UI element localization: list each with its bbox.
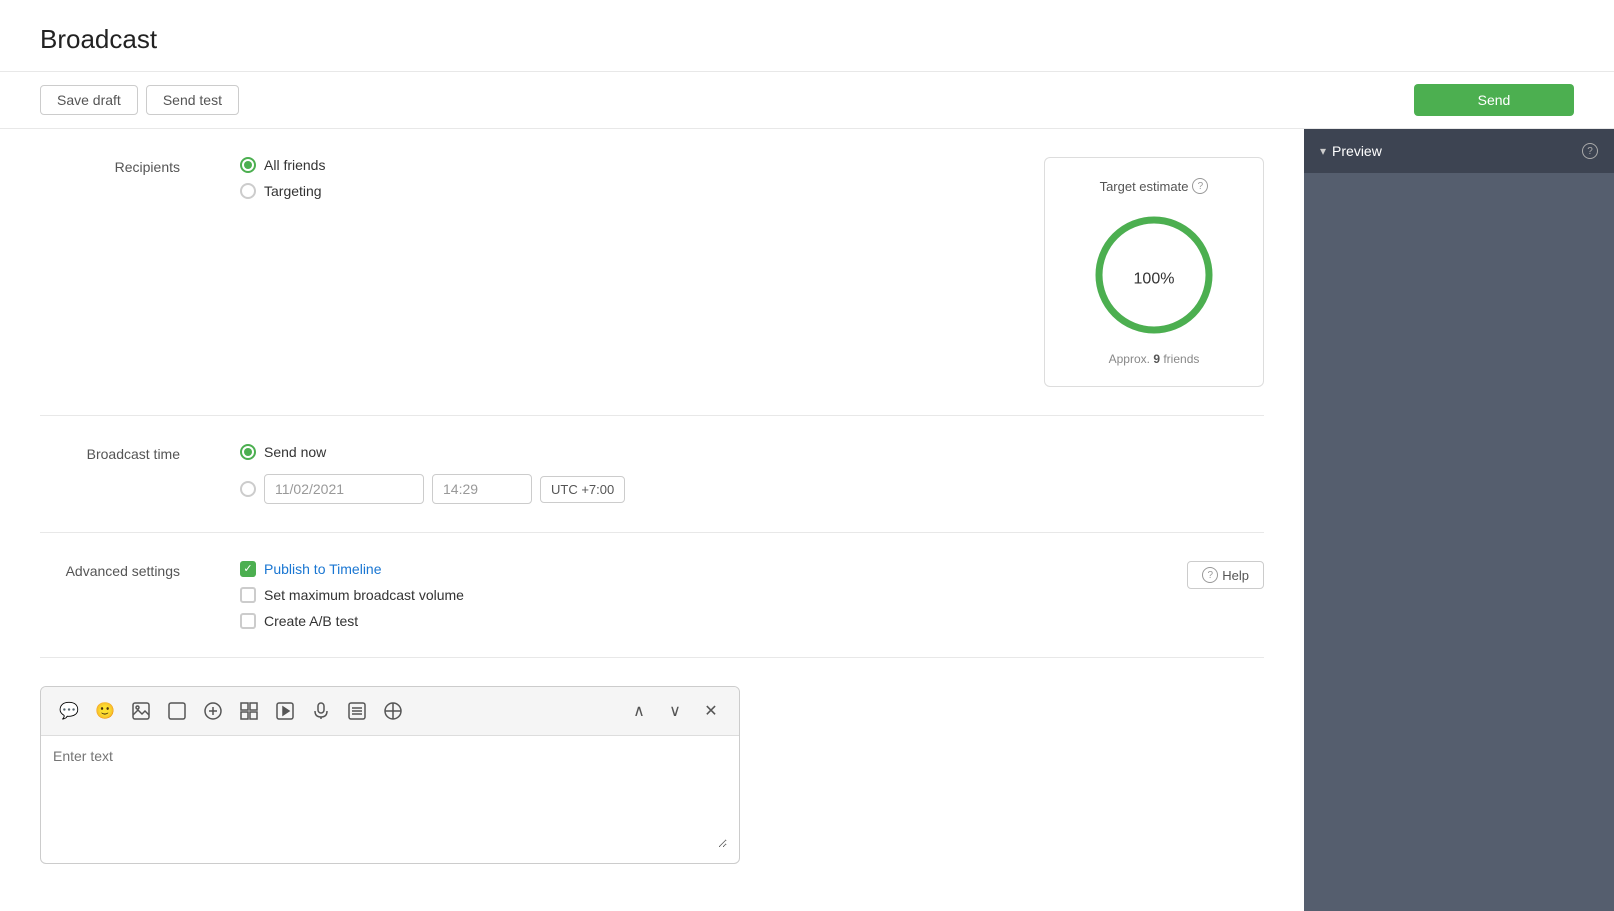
- square-icon[interactable]: [161, 695, 193, 727]
- message-icon[interactable]: 💬: [53, 695, 85, 727]
- max-volume-checkbox[interactable]: [240, 587, 256, 603]
- publish-timeline-option[interactable]: Publish to Timeline: [240, 561, 1127, 577]
- circle-progress: 100%: [1089, 210, 1219, 340]
- play-icon[interactable]: [269, 695, 301, 727]
- max-volume-label: Set maximum broadcast volume: [264, 587, 464, 603]
- preview-title: ▾ Preview: [1320, 143, 1382, 159]
- editor-content[interactable]: [41, 736, 739, 863]
- target-estimate-title: Target estimate ?: [1065, 178, 1243, 194]
- main: Recipients All friends Targeting: [0, 129, 1614, 911]
- circle-percentage: 100%: [1134, 260, 1175, 291]
- datetime-row: UTC +7:00: [264, 474, 625, 504]
- help-icon: ?: [1202, 567, 1218, 583]
- broadcast-time-options: Send now UTC +7:00: [240, 444, 1264, 504]
- save-draft-button[interactable]: Save draft: [40, 85, 138, 115]
- broadcast-time-label: Broadcast time: [40, 444, 180, 504]
- close-icon[interactable]: ✕: [695, 695, 727, 727]
- preview-chevron-icon: ▾: [1320, 144, 1326, 158]
- link-icon[interactable]: [377, 695, 409, 727]
- recipients-label: Recipients: [40, 157, 180, 387]
- ab-test-option[interactable]: Create A/B test: [240, 613, 1127, 629]
- timezone-badge[interactable]: UTC +7:00: [540, 476, 625, 503]
- emoji-icon[interactable]: 🙂: [89, 695, 121, 727]
- toolbar-left: Save draft Send test: [40, 85, 239, 115]
- date-input[interactable]: [264, 474, 424, 504]
- send-test-button[interactable]: Send test: [146, 85, 239, 115]
- scheduled-option: UTC +7:00: [240, 474, 1264, 504]
- advanced-settings-options: Publish to Timeline Set maximum broadcas…: [240, 561, 1127, 629]
- send-now-radio[interactable]: [240, 444, 256, 460]
- publish-timeline-label: Publish to Timeline: [264, 561, 382, 577]
- send-now-label: Send now: [264, 444, 326, 460]
- editor-section: 💬 🙂: [40, 658, 1264, 892]
- all-friends-label: All friends: [264, 157, 325, 173]
- content-area: Recipients All friends Targeting: [0, 129, 1304, 911]
- send-button[interactable]: Send: [1414, 84, 1574, 116]
- time-input[interactable]: [432, 474, 532, 504]
- ab-test-checkbox[interactable]: [240, 613, 256, 629]
- text-input[interactable]: [53, 748, 727, 848]
- targeting-label: Targeting: [264, 183, 322, 199]
- broadcast-time-inner: Broadcast time Send now: [40, 444, 1264, 504]
- target-estimate-box: Target estimate ? 100%: [1044, 157, 1264, 387]
- move-up-icon[interactable]: ∧: [623, 695, 655, 727]
- move-down-icon[interactable]: ∨: [659, 695, 691, 727]
- mic-icon[interactable]: [305, 695, 337, 727]
- send-now-option[interactable]: Send now: [240, 444, 1264, 460]
- all-friends-radio[interactable]: [240, 157, 256, 173]
- preview-body: [1304, 173, 1614, 911]
- advanced-settings-label: Advanced settings: [40, 561, 180, 629]
- advanced-settings-inner: Advanced settings Publish to Timeline Se…: [40, 561, 1264, 629]
- toolbar: Save draft Send test Send: [0, 71, 1614, 129]
- publish-timeline-checkbox[interactable]: [240, 561, 256, 577]
- broadcast-time-radio-group: Send now UTC +7:00: [240, 444, 1264, 504]
- preview-info-icon[interactable]: ?: [1582, 143, 1598, 159]
- list-icon[interactable]: [341, 695, 373, 727]
- help-button[interactable]: ? Help: [1187, 561, 1264, 589]
- ab-test-label: Create A/B test: [264, 613, 358, 629]
- editor-toolbar: 💬 🙂: [41, 687, 739, 736]
- page-title: Broadcast: [40, 24, 1574, 55]
- preview-panel: ▾ Preview ?: [1304, 129, 1614, 911]
- header: Broadcast: [0, 0, 1614, 71]
- page: Broadcast Save draft Send test Send Reci…: [0, 0, 1614, 911]
- preview-header: ▾ Preview ?: [1304, 129, 1614, 173]
- recipients-inner: Recipients All friends Targeting: [40, 157, 1264, 387]
- recipients-all-friends[interactable]: All friends: [240, 157, 984, 173]
- scheduled-radio[interactable]: [240, 481, 256, 497]
- recipients-radio-group: All friends Targeting: [240, 157, 984, 199]
- editor-box: 💬 🙂: [40, 686, 740, 864]
- recipients-options: All friends Targeting: [240, 157, 984, 387]
- target-estimate-info-icon[interactable]: ?: [1192, 178, 1208, 194]
- broadcast-time-section: Broadcast time Send now: [40, 416, 1264, 533]
- add-circle-icon[interactable]: [197, 695, 229, 727]
- approx-text: Approx. 9 friends: [1065, 352, 1243, 366]
- targeting-radio[interactable]: [240, 183, 256, 199]
- editor-actions: ∧ ∨ ✕: [623, 695, 727, 727]
- max-volume-option[interactable]: Set maximum broadcast volume: [240, 587, 1127, 603]
- grid-icon[interactable]: [233, 695, 265, 727]
- advanced-settings-section: Advanced settings Publish to Timeline Se…: [40, 533, 1264, 658]
- recipients-targeting[interactable]: Targeting: [240, 183, 984, 199]
- advanced-settings-checkbox-group: Publish to Timeline Set maximum broadcas…: [240, 561, 1127, 629]
- recipients-section: Recipients All friends Targeting: [40, 129, 1264, 416]
- help-area: ? Help: [1187, 561, 1264, 629]
- image-icon[interactable]: [125, 695, 157, 727]
